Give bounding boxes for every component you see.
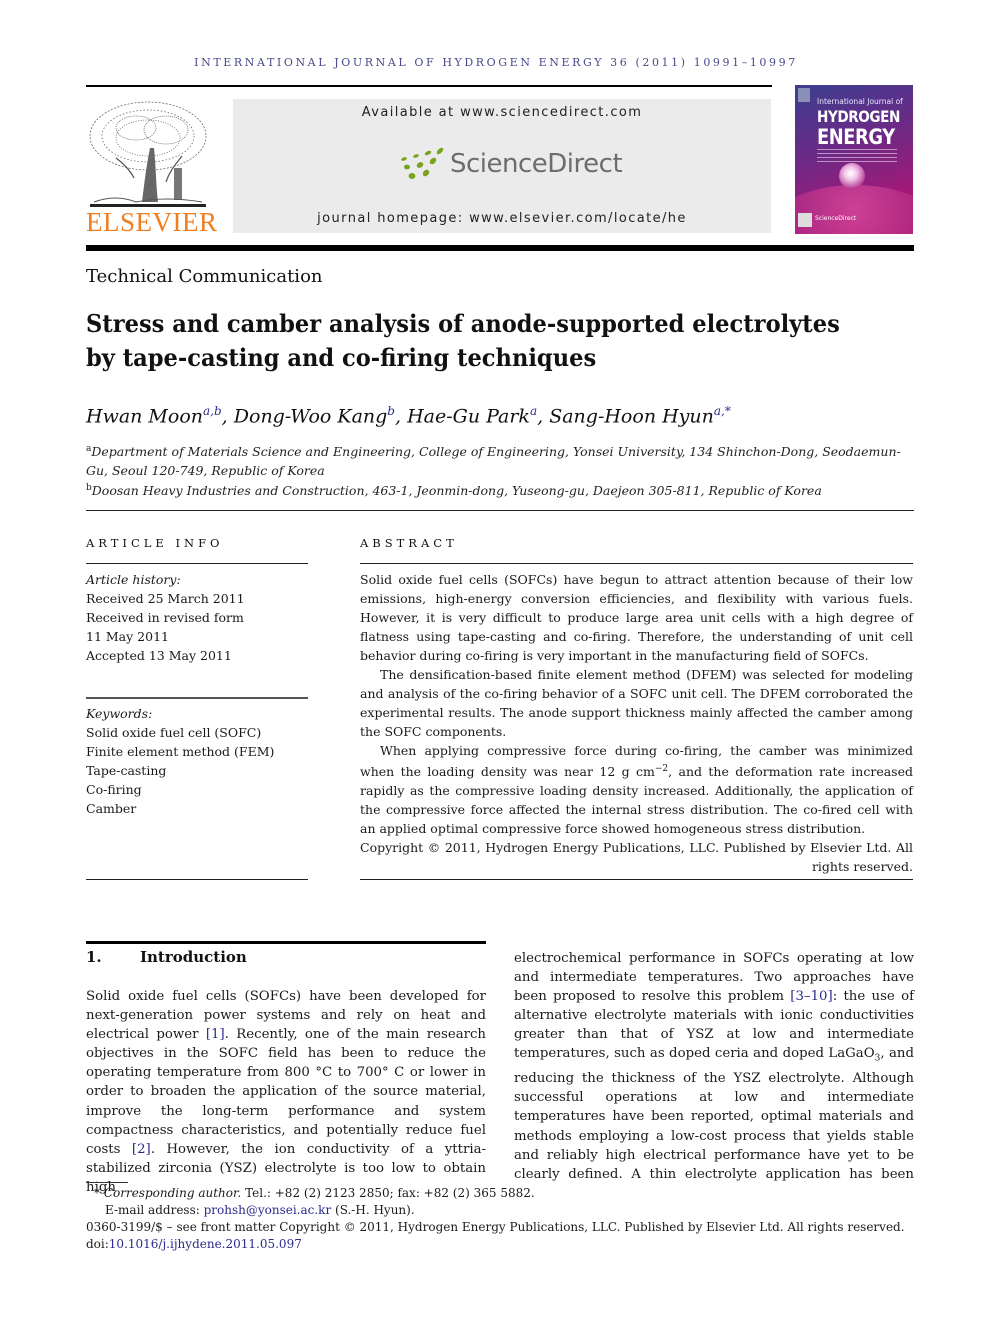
author-affiliation-mark[interactable]: a,* (714, 404, 731, 418)
cover-sciencedirect-text: ScienceDirect (815, 215, 857, 222)
article-title-line2: by tape-casting and co-firing techniques (86, 343, 597, 372)
cover-orb-graphic (839, 163, 865, 189)
history-item: Received 25 March 2011 (86, 591, 245, 606)
elsevier-tree-icon (89, 101, 207, 207)
author-separator: , (537, 405, 550, 428)
article-info-rule (86, 563, 308, 564)
keywords-list: Keywords: Solid oxide fuel cell (SOFC) F… (86, 704, 308, 818)
abstract-paragraph: Solid oxide fuel cells (SOFCs) have begu… (360, 572, 913, 663)
footnote-rule (86, 1182, 128, 1183)
journal-cover-thumbnail[interactable]: International Journal of HYDROGEN ENERGY… (795, 85, 913, 234)
email-label: E-mail address: (105, 1203, 204, 1217)
abstract-body: Solid oxide fuel cells (SOFCs) have begu… (360, 570, 913, 876)
sciencedirect-banner: Available at www.sciencedirect.com Scien… (233, 99, 771, 233)
history-item: Received in revised form (86, 610, 244, 625)
body-text: . Recently, one of the main research obj… (86, 1027, 486, 1157)
author-list: Hwan Moona,b, Dong-Woo Kangb, Hae-Gu Par… (86, 404, 731, 427)
keyword-item: Tape-casting (86, 763, 167, 778)
email-link[interactable]: prohsh@yonsei.ac.kr (204, 1203, 332, 1217)
footnote-mark: * (94, 1186, 100, 1200)
author-name[interactable]: Hwan Moon (86, 405, 203, 427)
abstract-copyright: Copyright © 2011, Hydrogen Energy Public… (360, 840, 913, 875)
abstract-heading: ABSTRACT (360, 536, 458, 550)
masthead-rule (86, 245, 914, 251)
citation-link[interactable]: [3–10] (790, 989, 832, 1004)
affiliation-text: Doosan Heavy Industries and Construction… (91, 483, 822, 499)
sciencedirect-logo[interactable]: ScienceDirect (398, 147, 623, 187)
keyword-item: Camber (86, 801, 137, 816)
author-affiliation-mark[interactable]: a,b (203, 404, 222, 418)
doi-link[interactable]: 10.1016/j.ijhydene.2011.05.097 (109, 1237, 302, 1251)
keywords-label: Keywords: (86, 706, 153, 721)
footnotes: * Corresponding author. Tel.: +82 (2) 21… (86, 1185, 916, 1253)
article-type: Technical Communication (86, 266, 323, 287)
sciencedirect-wordmark: ScienceDirect (450, 149, 623, 179)
author-name[interactable]: Sang-Hoon Hyun (549, 405, 714, 427)
contact-details: Tel.: +82 (2) 2123 2850; fax: +82 (2) 36… (241, 1186, 535, 1200)
cover-he-badge-icon (798, 213, 812, 227)
email-suffix: (S.-H. Hyun). (331, 1203, 415, 1217)
journal-homepage-link[interactable]: journal homepage: www.elsevier.com/locat… (233, 211, 771, 226)
history-item: 11 May 2011 (86, 629, 169, 644)
author-separator: , (394, 405, 408, 428)
cover-editors-text (817, 149, 897, 165)
cover-journal-line3: ENERGY (817, 125, 895, 149)
cover-journal-line1: International Journal of (817, 97, 903, 106)
citation-link[interactable]: [1] (206, 1027, 225, 1042)
affiliation-a: aDepartment of Materials Science and Eng… (86, 440, 914, 480)
keyword-item: Solid oxide fuel cell (SOFC) (86, 725, 262, 740)
corresponding-label: Corresponding author. (103, 1186, 242, 1200)
body-column-left: Solid oxide fuel cells (SOFCs) have been… (86, 987, 486, 1197)
running-head: INTERNATIONAL JOURNAL OF HYDROGEN ENERGY… (194, 56, 798, 69)
article-history: Article history: Received 25 March 2011 … (86, 570, 308, 665)
keyword-item: Co-firing (86, 782, 142, 797)
cover-journal-line2: HYDROGEN (817, 107, 900, 126)
cover-sphere-graphic (795, 185, 913, 234)
article-info-heading: ARTICLE INFO (86, 536, 224, 550)
abstract-paragraph: The densification-based finite element m… (360, 667, 913, 739)
author-affiliation-mark[interactable]: b (387, 404, 395, 418)
article-title: Stress and camber analysis of anode-supp… (86, 307, 876, 375)
available-at-link[interactable]: Available at www.sciencedirect.com (233, 105, 771, 120)
author-name[interactable]: Dong-Woo Kang (234, 405, 388, 427)
history-item: Accepted 13 May 2011 (86, 648, 232, 663)
abstract-rule (360, 563, 913, 564)
unit-superscript: −2 (654, 764, 669, 774)
section-heading-introduction: 1. Introduction (86, 948, 247, 966)
doi-line: doi:10.1016/j.ijhydene.2011.05.097 (86, 1236, 916, 1253)
body-column-right: electrochemical performance in SOFCs ope… (514, 949, 914, 1184)
corresponding-author-note: * Corresponding author. Tel.: +82 (2) 21… (86, 1185, 916, 1202)
keyword-item: Finite element method (FEM) (86, 744, 275, 759)
sciencedirect-dots-icon (401, 147, 444, 179)
body-text: , and reducing the thickness of the YSZ … (514, 1046, 914, 1182)
abstract-paragraph: When applying compressive force during c… (360, 741, 913, 838)
article-history-label: Article history: (86, 572, 181, 587)
keywords-rule (86, 697, 308, 699)
header-rule (86, 85, 772, 87)
affiliation-text: Department of Materials Science and Engi… (86, 444, 901, 479)
cover-elsevier-icon (798, 88, 810, 102)
elsevier-wordmark: ELSEVIER (86, 207, 218, 237)
doi-label: doi: (86, 1237, 109, 1251)
abstract-bottom-rule (360, 879, 913, 880)
email-note: E-mail address: prohsh@yonsei.ac.kr (S.-… (86, 1202, 916, 1219)
affiliations-rule (86, 510, 914, 511)
affiliation-b: bDoosan Heavy Industries and Constructio… (86, 479, 914, 500)
citation-link[interactable]: [2] (132, 1142, 151, 1157)
section-rule (86, 941, 486, 944)
elsevier-logo[interactable]: ELSEVIER (86, 98, 218, 238)
author-separator: , (221, 405, 234, 428)
section-number: 1. (86, 948, 102, 966)
article-info-bottom-rule (86, 879, 308, 880)
author-name[interactable]: Hae-Gu Park (407, 405, 530, 427)
issn-line: 0360-3199/$ – see front matter Copyright… (86, 1220, 905, 1234)
section-title: Introduction (140, 948, 247, 966)
article-title-line1: Stress and camber analysis of anode-supp… (86, 309, 840, 338)
